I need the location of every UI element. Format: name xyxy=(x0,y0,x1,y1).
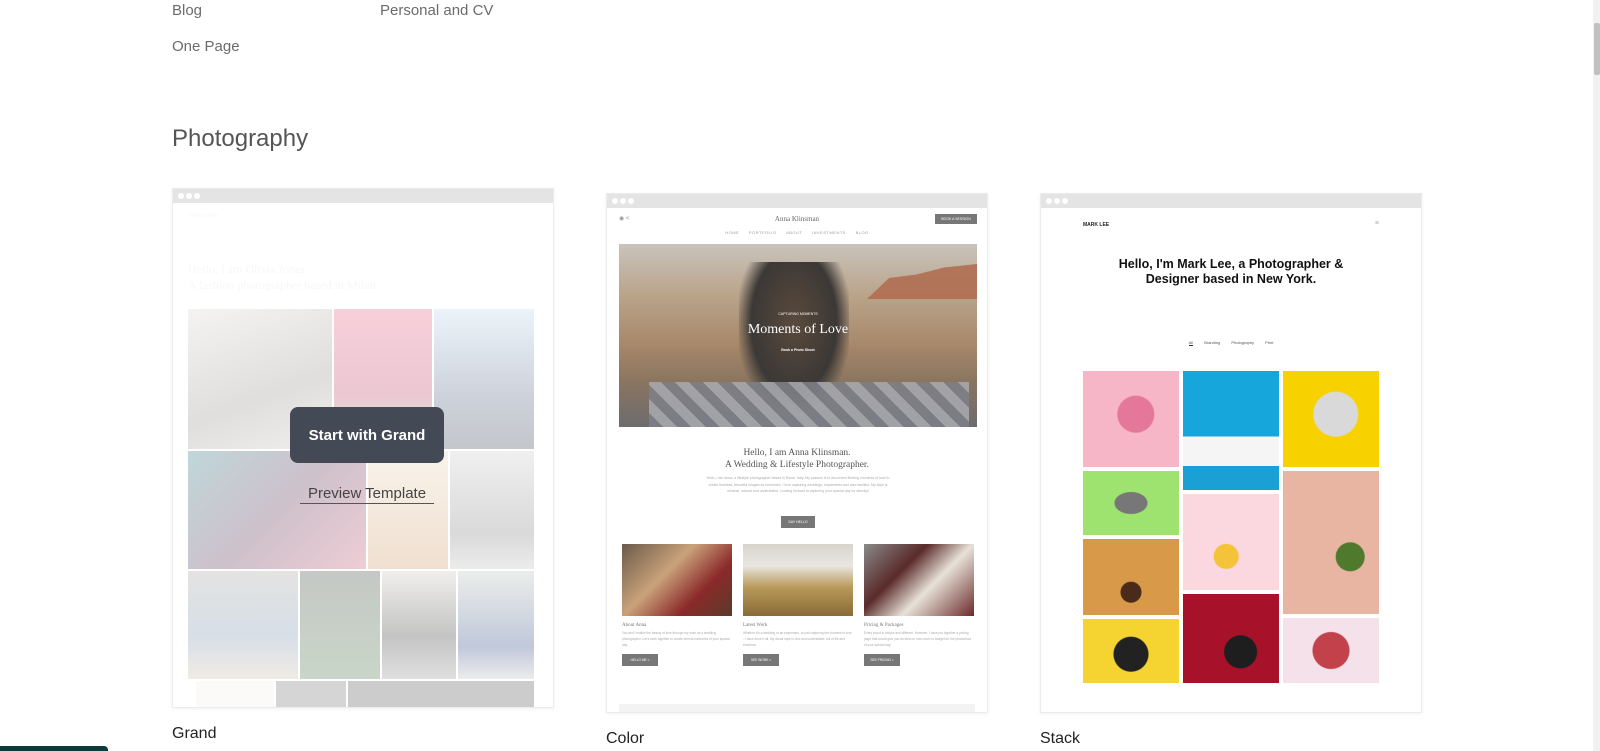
template-card-grand[interactable]: Olivia Jones Hello, I am Olivia Jones. A… xyxy=(172,188,554,708)
photo-drink xyxy=(1083,539,1179,615)
column-title: About Anna xyxy=(622,623,647,628)
preview-hello: Hello, I am Anna Klinsman. A Wedding & L… xyxy=(607,447,987,471)
preview-template-link[interactable]: Preview Template xyxy=(300,485,434,504)
window-dot-icon xyxy=(612,198,618,204)
filter-tab: Print xyxy=(1265,340,1274,345)
template-card-stack[interactable]: MARK LEE ≡ Hello, I'm Mark Lee, a Photog… xyxy=(1040,193,1422,713)
column-button: SEE WORK > xyxy=(743,654,779,666)
hero-title: Moments of Love xyxy=(747,322,849,337)
column-image xyxy=(743,544,853,616)
column-text: Every shoot is unique and different. How… xyxy=(864,631,972,647)
template-name-grand[interactable]: Grand xyxy=(172,725,216,743)
window-dot-icon xyxy=(1054,198,1060,204)
section-title: Photography xyxy=(172,125,309,152)
window-dot-icon xyxy=(1062,198,1068,204)
hero-image: CAPTURING MOMENTS Moments of Love Book a… xyxy=(619,244,977,427)
preview-nav: HOME PORTFOLIO ABOUT INVESTMENTS BLOG xyxy=(607,230,987,235)
page: Blog Personal and CV One Page Photograph… xyxy=(0,0,1600,751)
nav-item: PORTFOLIO xyxy=(748,230,777,235)
browser-bar xyxy=(173,189,553,203)
column-image xyxy=(864,544,974,616)
nav-item: INVESTMENTS xyxy=(812,230,846,235)
window-dot-icon xyxy=(194,193,200,199)
filter-tab: All xyxy=(1188,340,1194,346)
browser-bar xyxy=(607,194,987,208)
photo-strawberries xyxy=(1183,594,1279,683)
preview-column: About Anna You and I realize the beauty … xyxy=(622,544,732,666)
nav-item: HOME xyxy=(725,230,740,235)
filter-tab: Branding xyxy=(1204,340,1221,345)
hello-line-1: Hello, I am Anna Klinsman. xyxy=(743,448,851,458)
nav-item: ABOUT xyxy=(786,230,803,235)
column-text: You and I realize the beauty of love thr… xyxy=(622,631,730,647)
preview-column: Pricing & Packages Every shoot is unique… xyxy=(864,544,974,666)
window-dot-icon xyxy=(178,193,184,199)
window-dot-icon xyxy=(628,198,634,204)
hero-rocks xyxy=(867,264,977,299)
category-link-personal-cv[interactable]: Personal and CV xyxy=(380,2,493,19)
browser-bar xyxy=(1041,194,1421,208)
start-with-template-button[interactable]: Start with Grand xyxy=(290,407,444,463)
hamburger-icon: ≡ xyxy=(1374,220,1379,227)
photo-lemonade xyxy=(1183,494,1279,590)
preview-brand: Anna Klinsman xyxy=(774,215,820,223)
say-hello-button: SAY HELLO xyxy=(781,516,815,528)
photo-pineapple xyxy=(1083,371,1179,467)
preview-footer xyxy=(619,704,975,712)
window-dot-icon xyxy=(1046,198,1052,204)
filter-tabs: All Branding Photography Print xyxy=(1041,340,1421,346)
photo-knives xyxy=(1083,471,1179,535)
scrollbar-thumb[interactable] xyxy=(1594,23,1600,75)
filter-tab: Photography xyxy=(1231,340,1255,345)
window-dot-icon xyxy=(186,193,192,199)
column-button: HELLO ME > xyxy=(622,654,658,666)
preview-column: Latest Work Whether it's a wedding or an… xyxy=(743,544,853,666)
preview-brand: MARK LEE xyxy=(1083,222,1110,228)
template-name-stack[interactable]: Stack xyxy=(1040,730,1080,748)
nav-item: BLOG xyxy=(855,230,869,235)
photo-sunglasses xyxy=(1283,471,1379,614)
column-title: Pricing & Packages xyxy=(864,623,904,628)
book-session-button: BOOK A SESSION xyxy=(935,214,977,224)
preview-header: ◉ < Anna Klinsman HOME PORTFOLIO ABOUT I… xyxy=(607,208,987,248)
template-card-color[interactable]: ◉ < Anna Klinsman HOME PORTFOLIO ABOUT I… xyxy=(606,193,988,713)
floating-chat-tab[interactable] xyxy=(0,746,108,751)
template-name-color[interactable]: Color xyxy=(606,730,644,748)
hero-blanket xyxy=(649,382,969,427)
category-link-one-page[interactable]: One Page xyxy=(172,38,240,55)
scrollbar[interactable] xyxy=(1593,0,1600,751)
hero-cta: Book a Photo Shoot xyxy=(781,348,815,352)
hello-line-2: A Wedding & Lifestyle Photographer. xyxy=(725,460,869,470)
category-link-blog[interactable]: Blog xyxy=(172,2,202,19)
photo-controller xyxy=(1283,371,1379,467)
column-button: SEE PRICING > xyxy=(864,654,900,666)
column-text: Whether it's a wedding or an elopement, … xyxy=(743,631,852,647)
column-title: Latest Work xyxy=(743,623,768,628)
photo-headphones xyxy=(1083,619,1179,683)
preview-hello: Hello, I'm Mark Lee, a Photographer & De… xyxy=(1041,257,1421,287)
intro-text: Hello, I am Anna, a lifestyle photograph… xyxy=(706,476,890,493)
hello-text: Hello, I'm Mark Lee, a Photographer & De… xyxy=(1118,257,1344,286)
photo-bottles xyxy=(1183,371,1279,490)
window-dot-icon xyxy=(620,198,626,204)
column-image xyxy=(622,544,732,616)
hero-subtitle: CAPTURING MOMENTS xyxy=(778,312,818,316)
photo-fruits xyxy=(1283,618,1379,683)
